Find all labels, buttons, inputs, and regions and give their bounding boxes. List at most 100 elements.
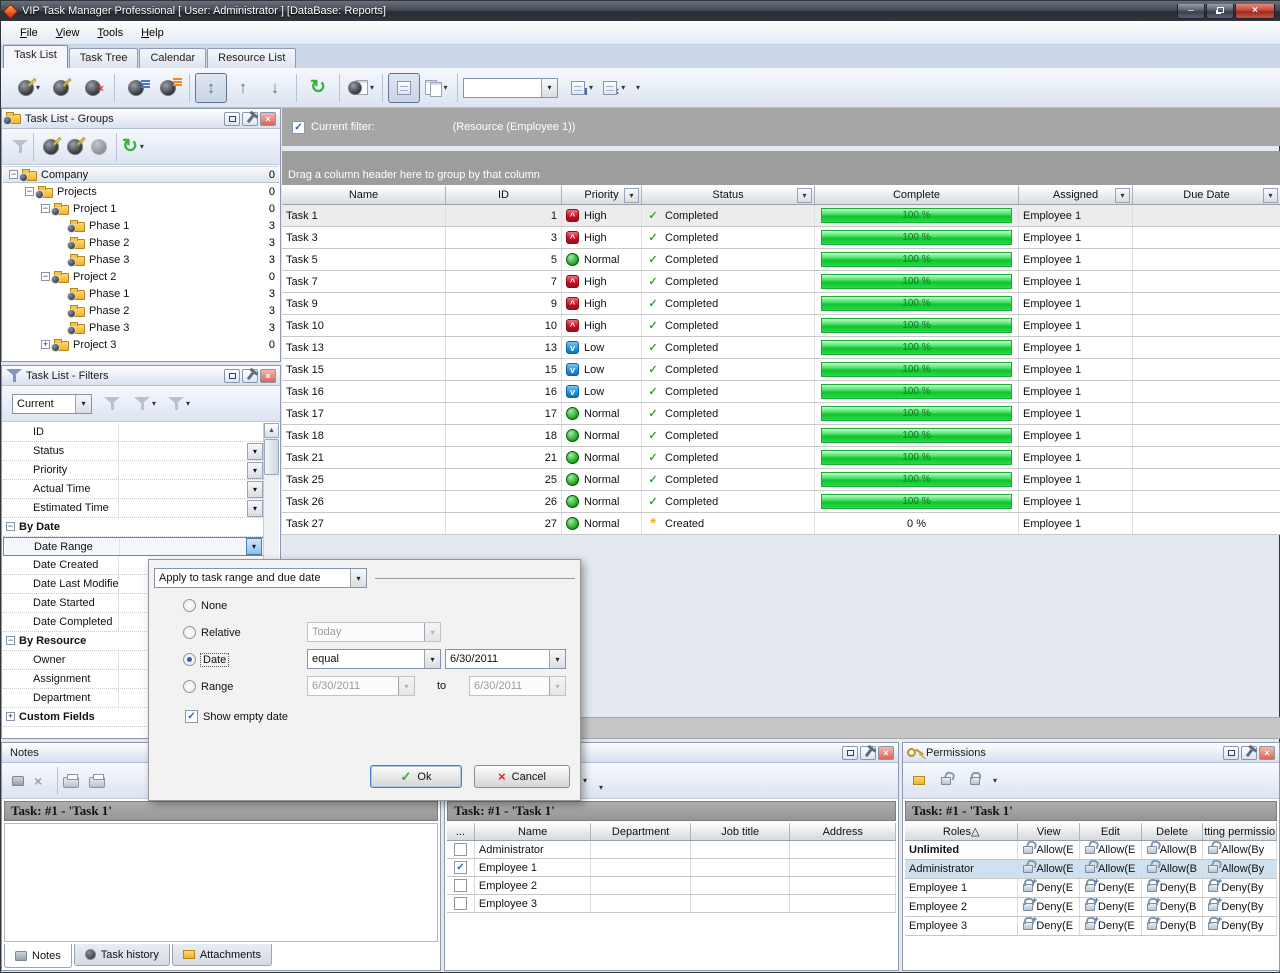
task-priority-button[interactable] [152,73,184,103]
menu-item-help[interactable]: Help [132,24,173,42]
task-details-button[interactable] [120,73,152,103]
combo-dropdown-icon[interactable]: ▾ [541,79,557,97]
option-none[interactable]: None [183,599,227,612]
notes-tab-attachments[interactable]: Attachments [172,944,272,966]
column-header-assigned[interactable]: Assigned▾ [1019,185,1133,205]
filter-value[interactable] [118,442,247,460]
filter-value[interactable] [118,499,247,517]
filter-row-date-range[interactable]: Date Range▾ [3,537,279,556]
tab-task-list[interactable]: Task List [3,45,68,68]
permission-row-employee-1[interactable]: Employee 1Deny(EDeny(EDeny(BDeny(By [905,879,1277,898]
task-row-task-18[interactable]: Task 1818Normal✓Completed100 %Employee 1 [282,425,1280,447]
filter-dropdown-button[interactable]: ▾ [247,443,263,460]
task-row-task-5[interactable]: Task 55Normal✓Completed100 %Employee 1 [282,249,1280,271]
assigned-checkbox[interactable]: ✓ [454,861,467,874]
tree-toggle-icon[interactable]: + [41,340,50,349]
minimize-button[interactable]: – [1177,4,1205,19]
panel-pin-button[interactable] [242,112,258,126]
task-row-task-13[interactable]: Task 1313vLow✓Completed100 %Employee 1 [282,337,1280,359]
panel-restore-button[interactable] [842,746,858,760]
column-filter-button[interactable]: ▾ [624,188,639,203]
date-operator-combo[interactable]: equal ▾ [307,649,441,669]
unlock-icon[interactable] [941,777,951,785]
edit-task-button[interactable] [45,73,77,103]
panel-close-button[interactable]: × [1259,746,1275,760]
column-header-complete[interactable]: Complete [815,185,1019,205]
tree-node-phase-2[interactable]: Phase 23 [3,302,279,319]
save-filter-icon[interactable] [134,396,150,411]
delete-note-icon[interactable]: × [34,773,42,789]
scrollbar-thumb[interactable] [264,439,279,475]
filter-dropdown-button[interactable]: ▾ [247,500,263,517]
group-toggle-icon[interactable]: − [6,636,15,645]
filter-row-by-date[interactable]: −By Date [3,518,279,537]
combo-dropdown-icon[interactable]: ▾ [549,650,565,668]
expand-rows-button[interactable]: ↕ [195,73,227,103]
relative-radio[interactable] [183,626,196,639]
tree-node-phase-1[interactable]: Phase 13 [3,217,279,234]
print-preview-icon[interactable] [63,777,79,788]
column-header-id[interactable]: ID [446,185,562,205]
group-filter-icon[interactable] [12,139,28,154]
group-toggle-icon[interactable]: + [6,712,15,721]
notes-content[interactable] [4,823,438,942]
task-row-task-10[interactable]: Task 1010^High✓Completed100 %Employee 1 [282,315,1280,337]
menu-item-file[interactable]: File [11,24,47,42]
task-row-task-3[interactable]: Task 33^High✓Completed100 %Employee 1 [282,227,1280,249]
tree-node-company[interactable]: −Company0 [3,166,279,183]
move-up-button[interactable]: ↑ [227,73,259,103]
task-row-task-25[interactable]: Task 2525Normal✓Completed100 %Employee 1 [282,469,1280,491]
assigned-header-department[interactable]: Department [591,823,691,841]
tab-resource-list[interactable]: Resource List [207,48,296,68]
panel-close-button[interactable]: × [878,746,894,760]
option-date[interactable]: Date [183,653,228,666]
combo-dropdown-icon[interactable]: ▾ [424,650,440,668]
assigned-row-employee-3[interactable]: Employee 3 [447,895,896,913]
move-down-button[interactable]: ↓ [259,73,291,103]
tree-node-project-3[interactable]: +Project 30 [3,336,279,353]
panel-pin-button[interactable] [242,369,258,383]
column-header-name[interactable]: Name [282,185,446,205]
tree-toggle-icon[interactable]: − [41,272,50,281]
tree-node-phase-2[interactable]: Phase 23 [3,234,279,251]
assigned-checkbox[interactable] [454,879,467,892]
permissions-header-tting-permissio[interactable]: tting permissio [1203,823,1277,841]
combo-dropdown-icon[interactable]: ▾ [350,569,366,587]
filter-value[interactable] [118,461,247,479]
assigned-checkbox[interactable] [454,843,467,856]
assigned-header-job-title[interactable]: Job title [691,823,791,841]
none-radio[interactable] [183,599,196,612]
tree-toggle-icon[interactable]: − [25,187,34,196]
refresh-button[interactable]: ↻ [302,73,334,103]
assigned-header--[interactable]: ... [447,823,475,841]
column-filter-button[interactable]: ▾ [797,188,812,203]
filter-preset-combo[interactable]: Current ▾ [12,394,92,414]
filter-row-status[interactable]: Status▾ [3,442,279,461]
assigned-header-name[interactable]: Name [475,823,591,841]
task-row-task-27[interactable]: Task 2727Normal*Created0 %Employee 1 [282,513,1280,535]
filter-value[interactable] [118,423,279,441]
print-notes-icon[interactable] [89,777,105,788]
tree-node-project-1[interactable]: −Project 10 [3,200,279,217]
menu-item-view[interactable]: View [47,24,89,42]
notes-tab-notes[interactable]: Notes [4,944,72,968]
filter-row-estimated-time[interactable]: Estimated Time▾ [3,499,279,518]
cancel-button[interactable]: × Cancel [474,765,570,788]
group-toggle-icon[interactable]: − [6,522,15,531]
lock-icon[interactable] [970,777,980,785]
delete-task-button[interactable]: × [77,73,109,103]
apply-to-combo[interactable]: Apply to task range and due date ▾ [154,568,367,588]
add-group-icon[interactable] [43,139,59,155]
tab-task-tree[interactable]: Task Tree [69,48,139,68]
panel-restore-button[interactable] [1223,746,1239,760]
menu-item-tools[interactable]: Tools [88,24,132,42]
panel-pin-button[interactable] [1241,746,1257,760]
column-filter-button[interactable]: ▾ [1115,188,1130,203]
delete-view-button[interactable]: ×▾ [598,73,630,103]
panel-close-button[interactable]: × [260,369,276,383]
permission-row-employee-2[interactable]: Employee 2Deny(EDeny(EDeny(BDeny(By [905,898,1277,917]
clear-filter-icon[interactable] [168,396,184,411]
permissions-header-delete[interactable]: Delete [1142,823,1204,841]
filter-scrollbar[interactable]: ▲ [263,423,279,560]
panel-close-button[interactable]: × [260,112,276,126]
